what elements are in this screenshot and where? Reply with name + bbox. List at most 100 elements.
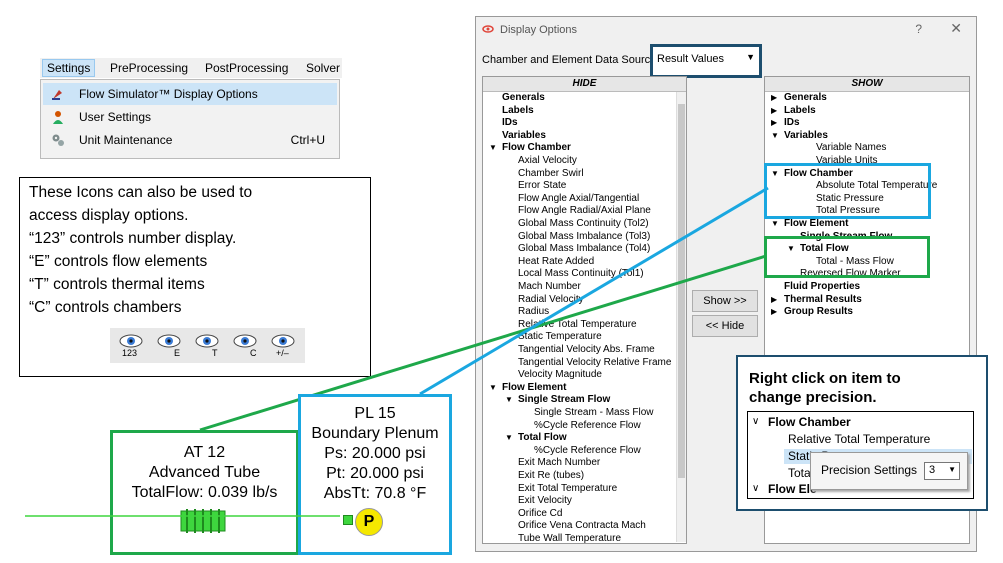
tree-item[interactable]: Exit Velocity bbox=[518, 495, 572, 506]
chevron-down-icon: ▼ bbox=[948, 465, 956, 474]
display-icon-toolbar: 123 E T C +/– bbox=[110, 328, 305, 363]
menu-item-display-options[interactable]: Flow Simulator™ Display Options bbox=[43, 83, 337, 105]
tree-item[interactable]: Chamber Swirl bbox=[518, 168, 584, 179]
tree-item[interactable]: Single Stream Flow bbox=[518, 394, 610, 405]
tree-item[interactable]: %Cycle Reference Flow bbox=[534, 445, 641, 456]
tree-item[interactable]: Group Results bbox=[784, 306, 853, 317]
tip-tree: ∨ Flow Chamber Relative Total Temperatur… bbox=[747, 411, 974, 499]
tree-item[interactable]: Flow Element bbox=[784, 218, 848, 229]
tip-line: change precision. bbox=[749, 389, 877, 406]
chevron-down-icon[interactable]: ∨ bbox=[752, 416, 759, 427]
expand-open-icon[interactable]: ▼ bbox=[489, 143, 497, 152]
tree-item[interactable]: Radius bbox=[518, 306, 549, 317]
tip-text: Right click on item to change precision. bbox=[749, 369, 901, 407]
tip-tree-item[interactable]: Flow Chamber bbox=[768, 415, 851, 429]
menu-settings[interactable]: Settings bbox=[42, 59, 96, 77]
tree-item[interactable]: Heat Rate Added bbox=[518, 256, 594, 267]
tree-item[interactable]: Local Mass Continuity (Tol1) bbox=[518, 268, 644, 279]
settings-dropdown: Flow Simulator™ Display Options User Set… bbox=[40, 79, 340, 159]
eye-label: T bbox=[212, 348, 218, 358]
menu-item-label: Unit Maintenance bbox=[79, 133, 173, 147]
expand-closed-icon[interactable]: ▶ bbox=[771, 93, 777, 102]
data-source-label: Chamber and Element Data Source: bbox=[482, 54, 660, 66]
tree-item[interactable]: Global Mass Imbalance (Tol3) bbox=[518, 231, 650, 242]
info-line: These Icons can also be used to bbox=[29, 184, 253, 201]
expand-closed-icon[interactable]: ▶ bbox=[771, 118, 777, 127]
expand-open-icon[interactable]: ▼ bbox=[771, 131, 779, 140]
tree-item[interactable]: Variables bbox=[784, 130, 828, 141]
expand-closed-icon[interactable]: ▶ bbox=[771, 307, 777, 316]
tree-item[interactable]: Generals bbox=[784, 92, 827, 103]
precision-settings-label: Precision Settings bbox=[821, 463, 918, 477]
tree-item[interactable]: Orifice Cd bbox=[518, 508, 562, 519]
menu-postprocessing[interactable]: PostProcessing bbox=[205, 61, 288, 75]
tip-tree-item[interactable]: Tota bbox=[788, 466, 811, 480]
tree-item[interactable]: Fluid Properties bbox=[784, 281, 860, 292]
menu-preprocessing[interactable]: PreProcessing bbox=[110, 61, 188, 75]
menu-item-unit-maintenance[interactable]: Unit Maintenance Ctrl+U bbox=[43, 129, 337, 151]
help-button[interactable]: ? bbox=[915, 22, 922, 36]
scrollbar-thumb[interactable] bbox=[678, 104, 685, 478]
tree-item[interactable]: Tangential Velocity Relative Frame bbox=[518, 357, 671, 368]
tree-item[interactable]: Labels bbox=[502, 105, 534, 116]
expand-open-icon[interactable]: ▼ bbox=[505, 433, 513, 442]
tree-item[interactable]: Flow Angle Radial/Axial Plane bbox=[518, 205, 651, 216]
chevron-down-icon[interactable]: ∨ bbox=[752, 483, 759, 494]
pl-type: Boundary Plenum bbox=[311, 425, 439, 442]
tree-item[interactable]: Radial Velocity bbox=[518, 294, 584, 305]
at-type: Advanced Tube bbox=[148, 464, 261, 481]
menu-solver[interactable]: Solver bbox=[306, 61, 340, 75]
tree-item[interactable]: Axial Velocity bbox=[518, 155, 577, 166]
tree-item[interactable]: Static Temperature bbox=[518, 331, 602, 342]
tree-item[interactable]: Velocity Magnitude bbox=[518, 369, 602, 380]
tree-item[interactable]: %Cycle Reference Flow bbox=[534, 420, 641, 431]
tree-item[interactable]: Error State bbox=[518, 180, 566, 191]
tree-item[interactable]: Flow Angle Axial/Tangential bbox=[518, 193, 639, 204]
pl-total-pressure: Pt: 20.000 psi bbox=[326, 465, 424, 482]
gears-icon bbox=[52, 134, 64, 146]
tree-item[interactable]: IDs bbox=[784, 117, 800, 128]
tree-item[interactable]: Variables bbox=[502, 130, 546, 141]
tree-item[interactable]: Generals bbox=[502, 92, 545, 103]
expand-closed-icon[interactable]: ▶ bbox=[771, 106, 777, 115]
tree-item[interactable]: Labels bbox=[784, 105, 816, 116]
tree-item[interactable]: Variable Names bbox=[816, 142, 886, 153]
tree-item[interactable]: Exit Total Temperature bbox=[518, 483, 617, 494]
display-options-icon bbox=[52, 90, 62, 100]
pl-static-pressure: Ps: 20.000 psi bbox=[324, 445, 426, 462]
tree-item[interactable]: Flow Chamber bbox=[502, 142, 571, 153]
tree-item[interactable]: Orifice Vena Contracta Mach bbox=[518, 520, 646, 531]
tree-item[interactable]: Exit Mach Number bbox=[518, 457, 600, 468]
tree-item[interactable]: Single Stream - Mass Flow bbox=[534, 407, 653, 418]
menu-item-user-settings[interactable]: User Settings bbox=[43, 106, 337, 128]
tree-item[interactable]: IDs bbox=[502, 117, 518, 128]
flow-network bbox=[25, 515, 340, 517]
tree-item[interactable]: Thermal Results bbox=[784, 294, 862, 305]
tree-item[interactable]: Flow Element bbox=[502, 382, 566, 393]
menu-item-shortcut: Ctrl+U bbox=[290, 133, 325, 147]
info-line: “C” controls chambers bbox=[29, 299, 182, 316]
tip-tree-item[interactable]: Relative Total Temperature bbox=[788, 432, 930, 446]
tree-item[interactable]: Tangential Velocity Abs. Frame bbox=[518, 344, 655, 355]
tree-item[interactable]: Total Flow bbox=[518, 432, 567, 443]
tree-item[interactable]: Mach Number bbox=[518, 281, 581, 292]
info-line: access display options. bbox=[29, 207, 189, 224]
tree-item[interactable]: Tube Wall Temperature bbox=[518, 533, 621, 543]
hide-tree-panel[interactable]: HIDE Generals Labels IDs Variables ▼ Flow Cha… bbox=[482, 76, 687, 544]
context-menu: Precision Settings 3 ▼ bbox=[810, 452, 968, 490]
expand-open-icon[interactable]: ▼ bbox=[489, 383, 497, 392]
show-button[interactable]: Show >> bbox=[692, 290, 758, 312]
tree-item[interactable]: Exit Re (tubes) bbox=[518, 470, 584, 481]
expand-closed-icon[interactable]: ▶ bbox=[771, 295, 777, 304]
hide-scrollbar[interactable] bbox=[676, 92, 686, 542]
data-source-select[interactable]: Result Values ▼ bbox=[650, 44, 762, 78]
close-button[interactable]: ✕ bbox=[950, 20, 962, 37]
precision-select[interactable]: 3 ▼ bbox=[924, 462, 960, 480]
tree-item[interactable]: Relative Total Temperature bbox=[518, 319, 637, 330]
expand-open-icon[interactable]: ▼ bbox=[505, 395, 513, 404]
expand-open-icon[interactable]: ▼ bbox=[771, 219, 779, 228]
hide-button[interactable]: << Hide bbox=[692, 315, 758, 337]
hide-header: HIDE bbox=[483, 77, 686, 92]
tree-item[interactable]: Global Mass Imbalance (Tol4) bbox=[518, 243, 650, 254]
tree-item[interactable]: Global Mass Continuity (Tol2) bbox=[518, 218, 649, 229]
